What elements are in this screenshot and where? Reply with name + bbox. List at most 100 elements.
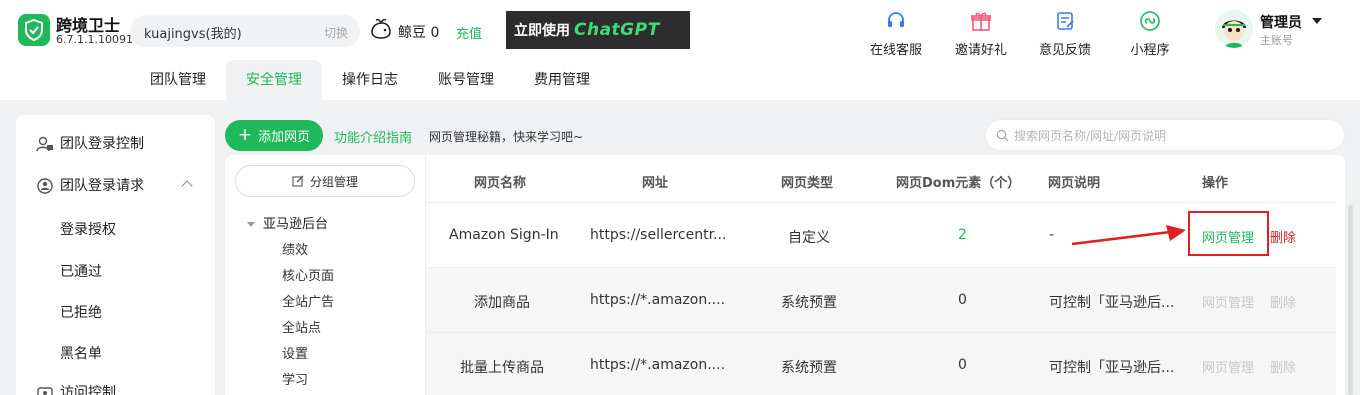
tree-item-core-pages[interactable]: 核心页面 <box>282 265 334 284</box>
sidebar-item-login-authorization[interactable]: 登录授权 <box>60 219 116 239</box>
mini-program-icon <box>1140 11 1160 31</box>
user-lock-icon <box>36 136 53 152</box>
sidebar: 团队登录控制 团队登录请求 登录授权 已通过 已拒绝 黑名单 访问控制 <box>16 115 215 395</box>
cell-url: https://sellercentr... <box>590 227 727 243</box>
delete-button[interactable]: 删除 <box>1270 357 1296 376</box>
cell-name: Amazon Sign-In <box>449 227 559 243</box>
recharge-link[interactable]: 充值 <box>456 23 482 42</box>
cell-type: 系统预置 <box>781 295 837 311</box>
tab-account-management[interactable]: 账号管理 <box>418 60 514 100</box>
cell-name: 批量上传商品 <box>460 360 544 376</box>
mini-program-label: 小程序 <box>1130 43 1170 58</box>
cell-description: 可控制「亚马逊后... <box>1049 295 1175 311</box>
cell-type: 系统预置 <box>781 360 837 376</box>
column-header-description: 网页说明 <box>1048 176 1101 191</box>
whale-bean-icon <box>369 18 393 44</box>
invite-gift-button[interactable]: 邀请好礼 <box>946 10 1016 58</box>
top-header: 跨境卫士 6.7.1.1.10091 kuajingvs(我的) 切换 鲸豆 0… <box>0 0 1360 100</box>
caret-down-icon[interactable] <box>247 222 255 227</box>
add-webpage-button[interactable]: + 添加网页 <box>225 120 323 151</box>
cell-description: - <box>1049 227 1055 243</box>
group-tree: 分组管理 亚马逊后台 绩效 核心页面 全站广告 全站点 设置 学习 <box>225 155 426 395</box>
column-header-name: 网页名称 <box>474 176 527 191</box>
cell-dom-count[interactable]: 2 <box>958 227 967 243</box>
table-row: 添加商品 https://*.amazon.... 系统预置 0 可控制「亚马逊… <box>426 267 1336 332</box>
sidebar-item-rejected[interactable]: 已拒绝 <box>60 302 102 322</box>
tree-root-label: 亚马逊后台 <box>263 217 329 232</box>
account-switcher[interactable]: kuajingvs(我的) 切换 <box>130 15 360 47</box>
webpage-manage-button[interactable]: 网页管理 <box>1202 292 1254 311</box>
search-input[interactable] <box>1014 126 1334 146</box>
cell-dom-count: 0 <box>958 357 967 373</box>
access-icon <box>37 387 53 395</box>
sidebar-item-approved[interactable]: 已通过 <box>60 261 102 281</box>
sidebar-item-blacklist[interactable]: 黑名单 <box>60 343 102 363</box>
tree-item-all-sites[interactable]: 全站点 <box>282 317 321 336</box>
cell-dom-count: 0 <box>958 292 967 308</box>
sidebar-item-label: 团队登录控制 <box>60 136 144 152</box>
banner-text: 立即使用 <box>514 23 570 39</box>
sidebar-item-label: 访问控制 <box>60 385 116 395</box>
group-manage-button[interactable]: 分组管理 <box>235 165 415 197</box>
cell-url: https://*.amazon.... <box>590 292 726 308</box>
invite-gift-label: 邀请好礼 <box>954 43 1007 58</box>
column-header-url: 网址 <box>642 176 669 191</box>
tab-operation-log[interactable]: 操作日志 <box>322 60 418 100</box>
cell-type: 自定义 <box>788 230 830 246</box>
plus-icon: + <box>237 125 253 145</box>
edit-icon <box>292 175 304 187</box>
banner-brand: ChatGPT <box>574 20 660 40</box>
user-name[interactable]: 管理员 <box>1260 12 1302 32</box>
cell-name: 添加商品 <box>474 295 530 311</box>
sidebar-item-team-login-control[interactable]: 团队登录控制 <box>16 124 215 164</box>
tree-item-learning[interactable]: 学习 <box>282 369 308 388</box>
user-role: 主账号 <box>1260 34 1293 47</box>
mini-program-button[interactable]: 小程序 <box>1115 10 1185 58</box>
chatgpt-banner[interactable]: 立即使用 ChatGPT <box>506 11 690 49</box>
delete-button[interactable]: 删除 <box>1270 292 1296 311</box>
request-icon <box>37 178 53 194</box>
online-service-button[interactable]: 在线客服 <box>861 10 931 58</box>
highlight-box <box>1188 211 1269 256</box>
feedback-icon <box>1057 12 1074 30</box>
table-row: 批量上传商品 https://*.amazon.... 系统预置 0 可控制「亚… <box>426 332 1336 395</box>
column-header-type: 网页类型 <box>781 176 834 191</box>
tab-security-management[interactable]: 安全管理 <box>226 60 322 100</box>
search-box[interactable] <box>985 119 1345 151</box>
webpage-panel: 分组管理 亚马逊后台 绩效 核心页面 全站广告 全站点 设置 学习 网页名称 网… <box>225 155 1345 395</box>
chevron-up-icon[interactable] <box>181 180 193 192</box>
sidebar-item-team-login-request[interactable]: 团队登录请求 <box>16 166 215 206</box>
account-name: kuajingvs(我的) <box>144 27 242 42</box>
tab-team-management[interactable]: 团队管理 <box>130 60 226 100</box>
online-service-label: 在线客服 <box>869 43 922 58</box>
tree-root-amazon-backend[interactable]: 亚马逊后台 <box>247 213 328 232</box>
feature-guide-link[interactable]: 功能介绍指南 <box>334 127 412 146</box>
feedback-button[interactable]: 意见反馈 <box>1030 10 1100 58</box>
tree-item-performance[interactable]: 绩效 <box>282 239 308 258</box>
column-header-dom-count: 网页Dom元素（个） <box>896 176 1021 191</box>
scrollbar[interactable] <box>1348 205 1353 395</box>
sidebar-item-label: 团队登录请求 <box>60 178 144 194</box>
guide-text: 网页管理秘籍，快来学习吧~ <box>429 130 584 144</box>
app-version: 6.7.1.1.10091 <box>56 33 133 46</box>
sidebar-item-access-control[interactable]: 访问控制 <box>16 373 215 395</box>
search-icon <box>996 129 1009 142</box>
webpage-manage-button[interactable]: 网页管理 <box>1202 357 1254 376</box>
tree-item-site-ads[interactable]: 全站广告 <box>282 291 334 310</box>
webpage-table: 网页名称 网址 网页类型 网页Dom元素（个） 网页说明 操作 Amazon S… <box>426 155 1336 395</box>
cell-url: https://*.amazon.... <box>590 357 726 373</box>
tab-fee-management[interactable]: 费用管理 <box>514 60 610 100</box>
app-logo-icon <box>18 14 50 46</box>
chevron-down-icon[interactable] <box>1312 18 1322 24</box>
bean-balance: 鲸豆 0 <box>398 25 440 41</box>
tree-item-settings[interactable]: 设置 <box>282 343 308 362</box>
cell-description: 可控制「亚马逊后... <box>1049 360 1175 376</box>
delete-button[interactable]: 删除 <box>1270 227 1296 246</box>
arrow-annotation-icon <box>1071 225 1186 246</box>
group-manage-label: 分组管理 <box>309 174 358 189</box>
gift-icon <box>971 12 991 31</box>
feedback-label: 意见反馈 <box>1038 43 1091 58</box>
headset-icon <box>888 12 904 27</box>
avatar[interactable] <box>1215 10 1253 48</box>
account-switch-button[interactable]: 切换 <box>324 24 348 41</box>
